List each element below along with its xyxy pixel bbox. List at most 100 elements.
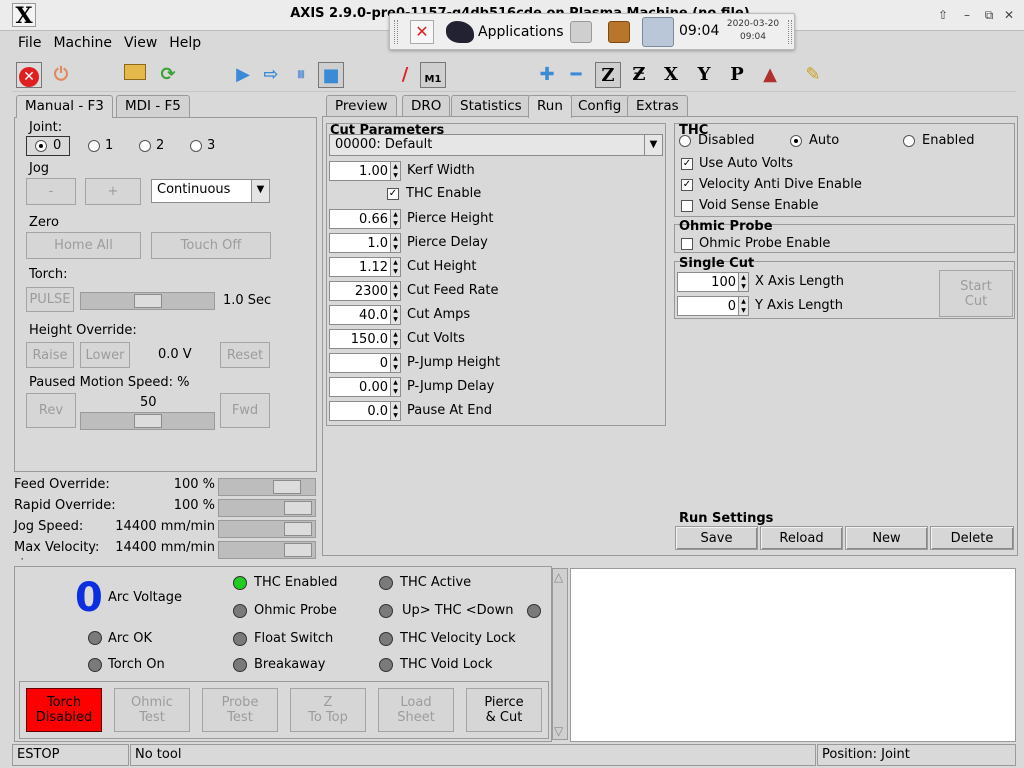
- scroll-down-icon[interactable]: ▽: [554, 724, 563, 738]
- cut-param-input[interactable]: 40.0 ▲ ▼: [329, 305, 401, 325]
- raise-button[interactable]: Raise: [26, 342, 74, 368]
- rotate-view-icon[interactable]: ▲: [757, 62, 783, 88]
- maximize-icon[interactable]: ⧉: [980, 7, 998, 23]
- view-x-icon[interactable]: X: [658, 62, 684, 88]
- override-slider[interactable]: [218, 499, 316, 517]
- spin-arrows-icon[interactable]: ▲ ▼: [738, 297, 748, 315]
- joint-0-radio[interactable]: [35, 140, 47, 152]
- tab-config[interactable]: Config: [569, 95, 631, 117]
- open-icon[interactable]: [122, 62, 148, 88]
- stop-icon[interactable]: ■: [318, 62, 344, 88]
- menu-machine[interactable]: Machine: [47, 31, 118, 55]
- pause-icon[interactable]: ⏸: [288, 62, 314, 88]
- delete-button[interactable]: Delete: [930, 526, 1014, 550]
- material-select[interactable]: 00000: Default ▼: [329, 134, 663, 156]
- joint-1-radio[interactable]: [88, 140, 100, 152]
- tab-statistics[interactable]: Statistics: [451, 95, 531, 117]
- paused-speed-slider[interactable]: [80, 412, 215, 430]
- home-all-button[interactable]: Home All: [26, 232, 141, 259]
- thc-enabled-radio[interactable]: [903, 135, 915, 147]
- optional-stop-icon[interactable]: M1: [420, 62, 446, 88]
- menu-view[interactable]: View: [118, 31, 163, 55]
- pulse-time-slider[interactable]: [80, 292, 215, 310]
- reload-icon[interactable]: ⟳: [155, 62, 181, 88]
- tab-extras[interactable]: Extras: [627, 95, 688, 117]
- menu-file[interactable]: File: [12, 31, 47, 55]
- start-cut-button[interactable]: Start Cut: [939, 270, 1013, 317]
- use-auto-volts-checkbox[interactable]: ✓: [681, 158, 693, 170]
- tab-mdi[interactable]: MDI - F5: [116, 95, 190, 117]
- velocity-anti-dive-checkbox[interactable]: ✓: [681, 179, 693, 191]
- jog-mode-select[interactable]: Continuous ▼: [151, 179, 270, 203]
- load-sheet-button[interactable]: Load Sheet: [378, 688, 454, 732]
- joint-2-radio[interactable]: [139, 140, 151, 152]
- spin-arrows-icon[interactable]: ▲ ▼: [390, 330, 400, 348]
- cut-param-input[interactable]: 0.66 ▲ ▼: [329, 209, 401, 229]
- shade-icon[interactable]: ⇧: [934, 7, 952, 23]
- close-window-icon[interactable]: ✕: [1000, 7, 1018, 23]
- step-icon[interactable]: ⇨: [258, 62, 284, 88]
- spin-arrows-icon[interactable]: ▲ ▼: [738, 273, 748, 291]
- spin-arrows-icon[interactable]: ▲ ▼: [390, 234, 400, 252]
- void-sense-checkbox[interactable]: [681, 200, 693, 212]
- tab-dro[interactable]: DRO: [402, 95, 451, 117]
- save-button[interactable]: Save: [675, 526, 758, 550]
- vertical-scrollbar[interactable]: △ ▽: [552, 568, 568, 740]
- override-slider[interactable]: [218, 520, 316, 538]
- override-slider-knob[interactable]: [273, 480, 301, 494]
- cut-param-input[interactable]: 1.00 ▲ ▼: [329, 161, 401, 181]
- reset-button[interactable]: Reset: [220, 342, 270, 368]
- tab-manual[interactable]: Manual - F3: [16, 95, 113, 118]
- rev-button[interactable]: Rev: [26, 393, 76, 428]
- override-slider-knob[interactable]: [284, 501, 312, 515]
- view-p-icon[interactable]: P: [724, 62, 750, 88]
- ohmic-test-button[interactable]: Ohmic Test: [114, 688, 190, 732]
- cut-param-input[interactable]: 0.0 ▲ ▼: [329, 401, 401, 421]
- thc-disabled-radio[interactable]: [679, 135, 691, 147]
- reload-button[interactable]: Reload: [760, 526, 843, 550]
- override-slider-knob[interactable]: [284, 543, 312, 557]
- override-slider-knob[interactable]: [284, 522, 312, 536]
- tab-preview[interactable]: Preview: [326, 95, 397, 117]
- clear-plot-icon[interactable]: ✎: [800, 62, 826, 88]
- cut-param-input[interactable]: 1.12 ▲ ▼: [329, 257, 401, 277]
- block-delete-icon[interactable]: /: [392, 62, 418, 88]
- spin-arrows-icon[interactable]: ▲ ▼: [390, 282, 400, 300]
- scroll-up-icon[interactable]: △: [554, 570, 563, 584]
- paused-speed-knob[interactable]: [134, 414, 162, 428]
- estop-icon[interactable]: ✕: [16, 62, 42, 88]
- view-z2-icon[interactable]: Ƶ: [626, 62, 652, 88]
- cut-param-input[interactable]: 2300 ▲ ▼: [329, 281, 401, 301]
- x-axis-length-input[interactable]: 100 ▲ ▼: [677, 272, 749, 292]
- power-icon[interactable]: ⏻: [48, 62, 74, 88]
- spin-arrows-icon[interactable]: ▲ ▼: [390, 258, 400, 276]
- zoom-out-icon[interactable]: ━: [563, 62, 589, 88]
- run-icon[interactable]: ▶: [230, 62, 256, 88]
- view-y-icon[interactable]: Y: [691, 62, 717, 88]
- cut-param-input[interactable]: 150.0 ▲ ▼: [329, 329, 401, 349]
- thc-auto-radio[interactable]: [790, 135, 802, 147]
- jog-minus-button[interactable]: -: [26, 178, 76, 205]
- fwd-button[interactable]: Fwd: [220, 393, 270, 428]
- probe-test-button[interactable]: Probe Test: [202, 688, 278, 732]
- pierce-cut-button[interactable]: Pierce & Cut: [466, 688, 542, 732]
- jog-plus-button[interactable]: +: [85, 178, 141, 205]
- z-to-top-button[interactable]: Z To Top: [290, 688, 366, 732]
- spin-arrows-icon[interactable]: ▲ ▼: [390, 378, 400, 396]
- menu-help[interactable]: Help: [163, 31, 207, 55]
- spin-arrows-icon[interactable]: ▲ ▼: [390, 210, 400, 228]
- override-slider[interactable]: [218, 478, 316, 496]
- view-z-icon[interactable]: Z: [595, 62, 621, 88]
- spin-arrows-icon[interactable]: ▲ ▼: [390, 354, 400, 372]
- cut-param-input[interactable]: 0.00 ▲ ▼: [329, 377, 401, 397]
- minimize-icon[interactable]: –: [958, 7, 976, 23]
- tab-run[interactable]: Run: [528, 95, 572, 118]
- lower-button[interactable]: Lower: [80, 342, 130, 368]
- pulse-time-knob[interactable]: [134, 294, 162, 308]
- message-text-area[interactable]: [570, 568, 1016, 742]
- spin-arrows-icon[interactable]: ▲ ▼: [390, 162, 400, 180]
- ohmic-probe-enable-checkbox[interactable]: [681, 238, 693, 250]
- cut-param-input[interactable]: 1.0 ▲ ▼: [329, 233, 401, 253]
- joint-3-radio[interactable]: [190, 140, 202, 152]
- torch-disabled-button[interactable]: Torch Disabled: [26, 688, 102, 732]
